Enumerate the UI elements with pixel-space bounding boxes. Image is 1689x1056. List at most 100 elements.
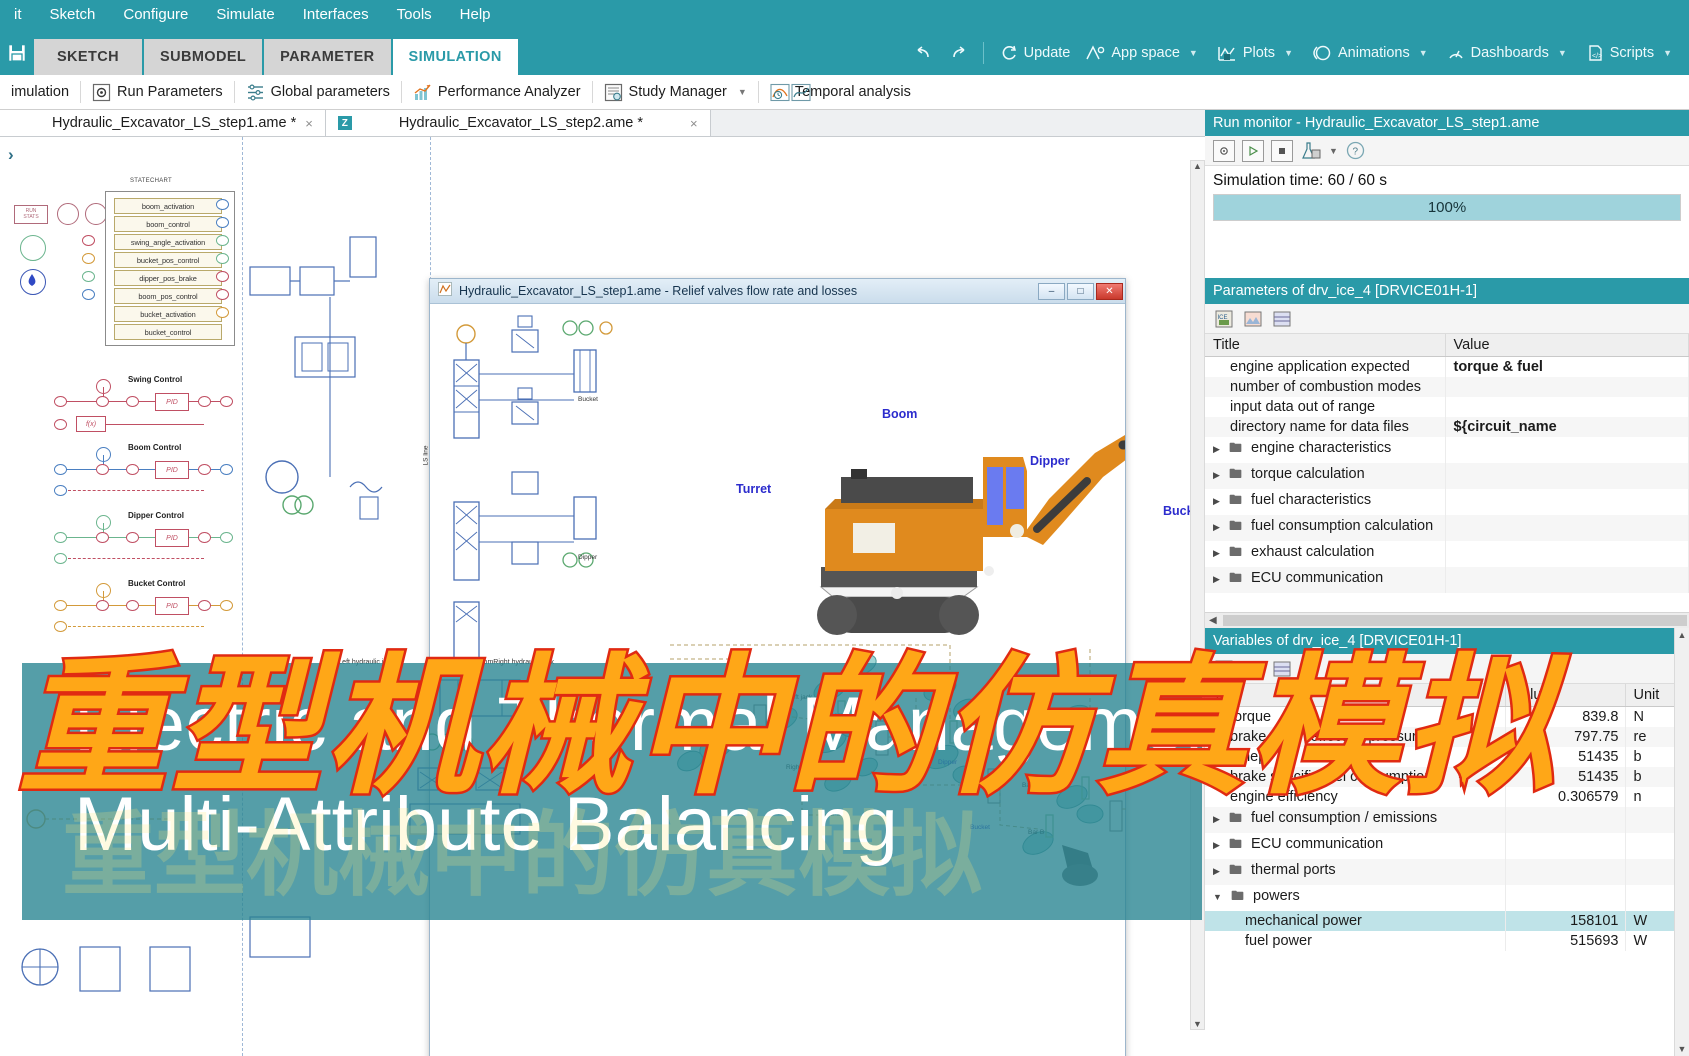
scroll-up-icon[interactable]: ▲ xyxy=(1193,161,1202,171)
doc-tab-step2[interactable]: Z Hydraulic_Excavator_LS_step2.ame * × xyxy=(325,110,711,136)
scroll-down-icon[interactable]: ▼ xyxy=(1193,1019,1202,1029)
image-icon[interactable] xyxy=(1242,658,1264,680)
app-space-button[interactable]: App space ▼ xyxy=(1077,43,1208,63)
update-button[interactable]: Update xyxy=(992,43,1078,63)
pid-block[interactable]: PID xyxy=(155,529,189,547)
sum-junction[interactable] xyxy=(96,600,109,611)
scroll-up-icon[interactable]: ▲ xyxy=(1678,628,1687,642)
dipper-control-block[interactable]: Dipper Control PID xyxy=(50,509,235,564)
minimize-button[interactable]: – xyxy=(1038,282,1065,300)
output-port[interactable] xyxy=(220,464,233,475)
animations-button[interactable]: Animations ▼ xyxy=(1304,43,1439,63)
image-icon[interactable] xyxy=(1242,308,1264,330)
ice-icon[interactable]: ICE xyxy=(1213,308,1235,330)
var-folder[interactable]: ▶ 🖿 thermal ports xyxy=(1205,859,1506,885)
table-row[interactable]: directory name for data files ${circuit_… xyxy=(1205,417,1689,437)
pid-block[interactable]: PID xyxy=(155,461,189,479)
variables-vertical-scrollbar[interactable]: ▲ ▼ xyxy=(1674,628,1689,1056)
table-row[interactable]: brake mean effective pressure 797.75 re xyxy=(1205,727,1689,747)
plots-button[interactable]: Plots ▼ xyxy=(1209,43,1304,63)
signal-port[interactable] xyxy=(82,253,95,264)
chevron-down-icon[interactable]: ▼ xyxy=(1415,48,1432,58)
plot-window-titlebar[interactable]: Hydraulic_Excavator_LS_step1.ame - Relie… xyxy=(430,279,1125,304)
clock-icon[interactable] xyxy=(57,203,79,225)
scroll-left-icon[interactable]: ◀ xyxy=(1205,615,1221,626)
statechart-row[interactable]: bucket_activation xyxy=(114,306,222,322)
input-port[interactable] xyxy=(54,396,67,407)
input-port[interactable] xyxy=(54,464,67,475)
pid-block[interactable]: PID xyxy=(155,393,189,411)
menu-item-edit[interactable]: it xyxy=(0,0,36,30)
param-value[interactable]: ${circuit_name xyxy=(1445,417,1689,437)
feedback-port[interactable] xyxy=(54,621,67,632)
variables-col-title[interactable]: Title xyxy=(1205,684,1506,707)
scroll-down-icon[interactable]: ▼ xyxy=(1678,1042,1687,1056)
settings-icon[interactable] xyxy=(1213,139,1235,162)
statechart-row[interactable]: bucket_control xyxy=(114,324,222,340)
param-folder[interactable]: ▶ 🖿 exhaust calculation xyxy=(1205,541,1446,567)
close-icon[interactable]: × xyxy=(690,116,698,131)
performance-analyzer-button[interactable]: Performance Analyzer xyxy=(402,75,592,110)
table-row[interactable]: brake specific fuel consumption 51435 b xyxy=(1205,767,1689,787)
gain-block[interactable] xyxy=(126,600,139,611)
help-icon[interactable]: ? xyxy=(1345,140,1367,162)
parameters-table[interactable]: Title Value engine application expected … xyxy=(1205,334,1689,593)
statechart-row[interactable]: boom_pos_control xyxy=(114,288,222,304)
table-icon[interactable] xyxy=(1271,658,1293,680)
expand-arrow-icon[interactable]: ▶ xyxy=(1213,496,1220,506)
signal-port[interactable] xyxy=(216,289,229,300)
statechart-row[interactable]: boom_activation xyxy=(114,198,222,214)
menu-item-help[interactable]: Help xyxy=(446,0,505,30)
parameters-col-title[interactable]: Title xyxy=(1205,334,1446,357)
param-value[interactable] xyxy=(1445,377,1689,397)
table-row[interactable]: ▶ 🖿 ECU communication xyxy=(1205,567,1689,593)
save-icon[interactable] xyxy=(0,30,34,75)
expand-arrow-icon[interactable]: ▶ xyxy=(1213,444,1220,454)
signal-port[interactable] xyxy=(216,235,229,246)
table-row[interactable]: engine efficiency 0.306579 n xyxy=(1205,787,1689,807)
sum-junction[interactable] xyxy=(96,464,109,475)
statechart-row[interactable]: dipper_pos_brake xyxy=(114,270,222,286)
menu-item-simulate[interactable]: Simulate xyxy=(202,0,288,30)
limiter-block[interactable] xyxy=(198,464,211,475)
tab-parameter[interactable]: PARAMETER xyxy=(264,39,391,75)
param-folder[interactable]: ▶ 🖿 torque calculation xyxy=(1205,463,1446,489)
feedback-port[interactable] xyxy=(54,419,67,430)
table-row[interactable]: ▼ 🖿 powers xyxy=(1205,885,1689,911)
table-row[interactable]: ▶ 🖿 fuel consumption calculation xyxy=(1205,515,1689,541)
chevron-down-icon[interactable]: ▼ xyxy=(1659,48,1676,58)
signal-port[interactable] xyxy=(216,217,229,228)
undo-icon[interactable] xyxy=(907,43,941,63)
function-block[interactable]: f(x) xyxy=(76,416,106,432)
chevron-down-icon[interactable]: ▼ xyxy=(733,87,747,97)
param-value[interactable]: torque & fuel xyxy=(1445,356,1689,377)
chevron-down-icon[interactable]: ▼ xyxy=(1280,48,1297,58)
chevron-down-icon[interactable]: ▼ xyxy=(1554,48,1571,58)
droplet-icon[interactable] xyxy=(20,269,46,295)
tab-simulation[interactable]: SIMULATION xyxy=(392,39,518,75)
output-port[interactable] xyxy=(220,396,233,407)
table-row[interactable]: number of combustion modes xyxy=(1205,377,1689,397)
output-port[interactable] xyxy=(220,600,233,611)
statechart-row[interactable]: bucket_pos_control xyxy=(114,252,222,268)
output-port[interactable] xyxy=(220,532,233,543)
chevron-down-icon[interactable]: ▼ xyxy=(1329,146,1338,156)
expand-arrow-icon[interactable]: ▶ xyxy=(1213,470,1220,480)
bucket-control-block[interactable]: Bucket Control PID xyxy=(50,577,235,632)
signal-port[interactable] xyxy=(216,271,229,282)
var-folder[interactable]: ▶ 🖿 ECU communication xyxy=(1205,833,1506,859)
doc-tab-step1[interactable]: Hydraulic_Excavator_LS_step1.ame * × xyxy=(0,110,326,136)
table-row[interactable]: ▶ 🖿 fuel characteristics xyxy=(1205,489,1689,515)
table-row[interactable]: engine application expected torque & fue… xyxy=(1205,356,1689,377)
statechart-row[interactable]: boom_control xyxy=(114,216,222,232)
dashboards-button[interactable]: Dashboards ▼ xyxy=(1439,43,1578,63)
results-icon[interactable] xyxy=(1300,140,1322,162)
feedback-port[interactable] xyxy=(54,485,67,496)
fan-icon[interactable] xyxy=(20,235,46,261)
limiter-block[interactable] xyxy=(198,532,211,543)
swing-control-block[interactable]: Swing Control PID f(x) xyxy=(50,373,235,433)
temporal-analysis-button[interactable]: Temporal analysis xyxy=(759,75,922,110)
close-button[interactable]: ✕ xyxy=(1096,282,1123,300)
parameters-horizontal-scrollbar[interactable]: ◀ xyxy=(1205,612,1689,628)
ice-icon[interactable]: ICE xyxy=(1213,658,1235,680)
